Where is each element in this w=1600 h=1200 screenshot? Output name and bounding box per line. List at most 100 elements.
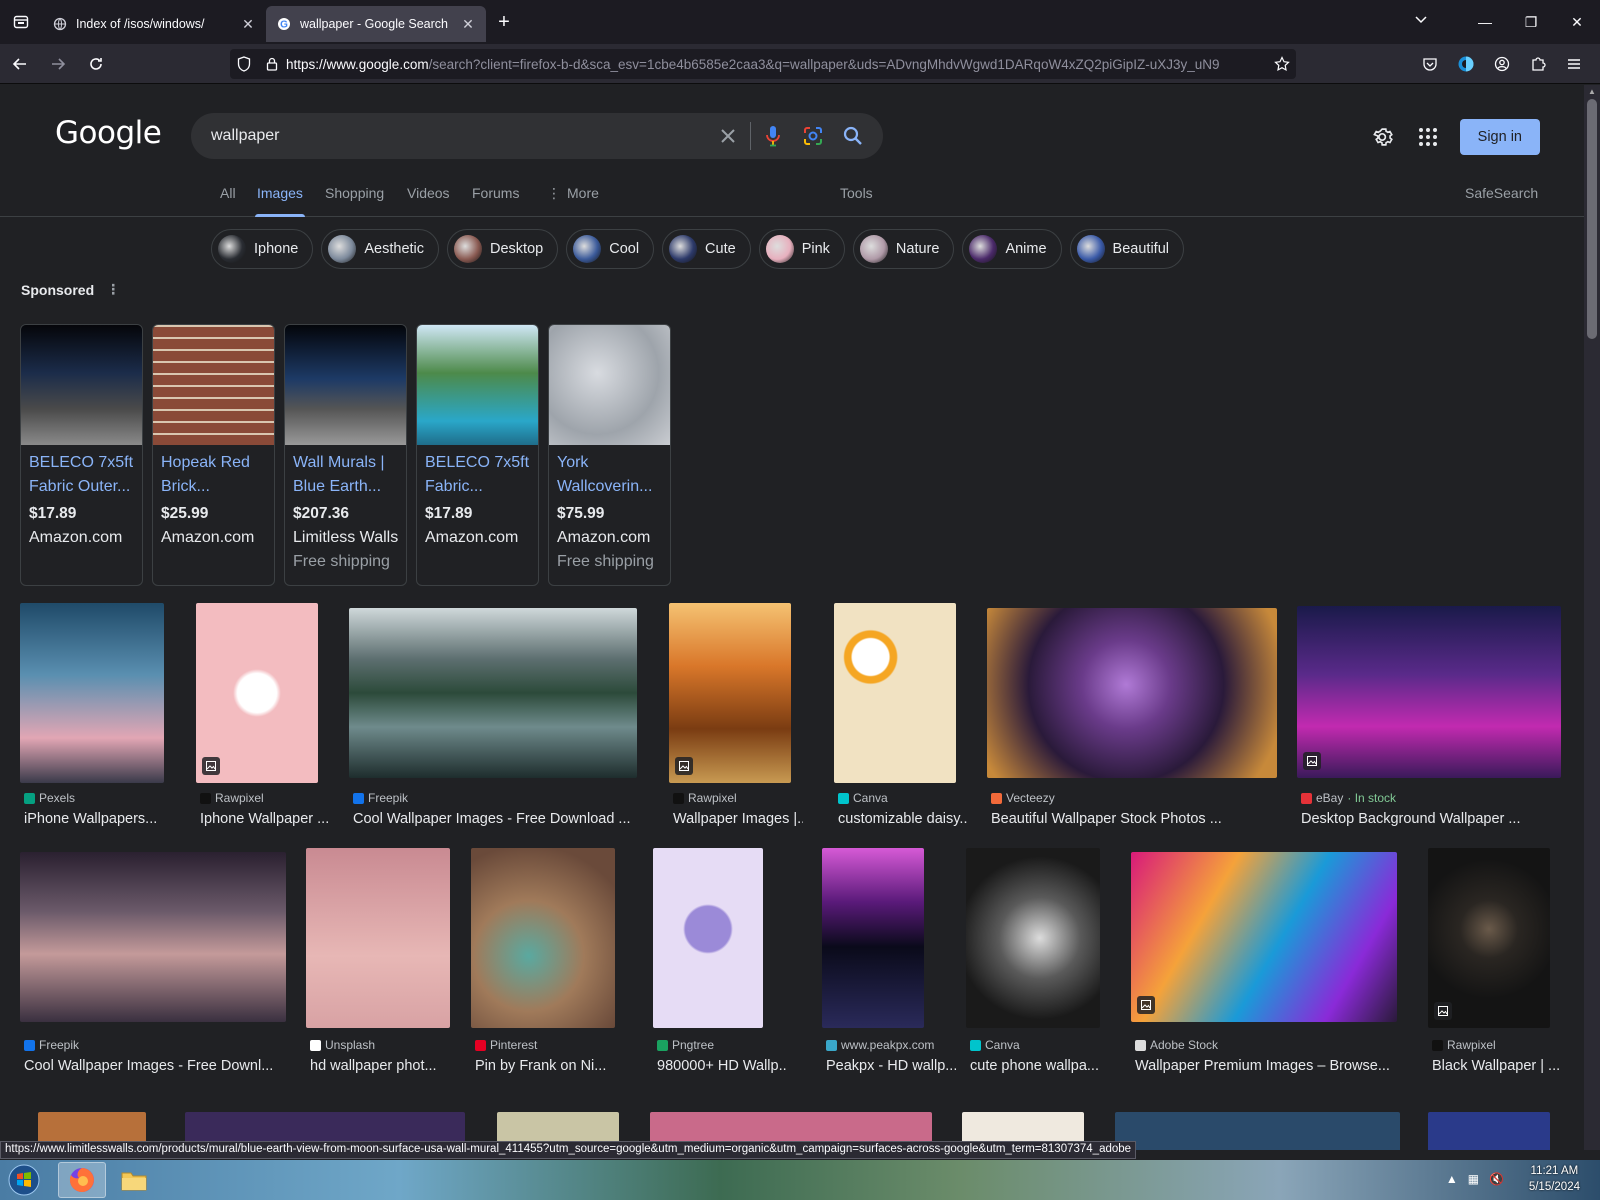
result-title[interactable]: Cool Wallpaper Images - Free Download ..…: [353, 811, 641, 827]
result-source[interactable]: Rawpixel: [673, 791, 737, 805]
product-title[interactable]: BELECO 7x5ft Fabric Outer...: [21, 445, 142, 501]
result-source[interactable]: Pexels: [24, 791, 75, 805]
result-title[interactable]: Desktop Background Wallpaper ...: [1301, 811, 1565, 827]
pocket-icon[interactable]: [1412, 56, 1448, 72]
result-title[interactable]: cute phone wallpa...: [970, 1058, 1104, 1074]
sponsored-product-card[interactable]: York Wallcoverin... $75.99 Amazon.com Free …: [548, 324, 671, 586]
result-thumbnail[interactable]: [20, 852, 286, 1022]
chip-cute[interactable]: Cute: [662, 229, 751, 269]
firefox-view-icon[interactable]: [0, 0, 42, 44]
taskbar-clock[interactable]: 11:21 AM 5/15/2024: [1529, 1163, 1580, 1195]
result-thumbnail[interactable]: [196, 603, 318, 783]
close-tab-icon[interactable]: ✕: [460, 16, 476, 33]
chip-desktop[interactable]: Desktop: [447, 229, 559, 269]
product-image[interactable]: [21, 325, 142, 445]
search-input[interactable]: wallpaper: [191, 127, 708, 145]
url-bar[interactable]: https://www.google.com/search?client=fir…: [230, 49, 1296, 79]
product-title[interactable]: Hopeak Red Brick...: [153, 445, 274, 501]
shield-icon[interactable]: [230, 56, 258, 72]
result-thumbnail[interactable]: [987, 608, 1277, 778]
result-title[interactable]: Wallpaper Premium Images – Browse...: [1135, 1058, 1401, 1074]
close-window-icon[interactable]: ✕: [1554, 0, 1600, 44]
chip-nature[interactable]: Nature: [852, 229, 955, 269]
result-thumbnail[interactable]: [1115, 1112, 1400, 1150]
result-source[interactable]: Freepik: [353, 791, 408, 805]
close-tab-icon[interactable]: ✕: [240, 16, 256, 33]
chip-cool[interactable]: Cool: [566, 229, 655, 269]
result-thumbnail[interactable]: [349, 608, 637, 778]
search-icon[interactable]: [833, 126, 873, 146]
firefox-taskbar-icon[interactable]: [58, 1162, 106, 1198]
network-icon[interactable]: ▦: [1468, 1172, 1479, 1186]
result-source[interactable]: Rawpixel: [200, 791, 264, 805]
forward-icon[interactable]: [40, 48, 76, 80]
menu-hamburger-icon[interactable]: [1556, 56, 1592, 72]
tab-google-search[interactable]: G wallpaper - Google Search ✕: [266, 6, 486, 42]
new-tab-icon[interactable]: +: [486, 11, 522, 34]
volume-muted-icon[interactable]: 🔇: [1489, 1172, 1504, 1186]
chip-aesthetic[interactable]: Aesthetic: [321, 229, 440, 269]
page-scrollbar[interactable]: ▲: [1584, 85, 1600, 1150]
tab-forums[interactable]: Forums: [472, 179, 519, 217]
result-source[interactable]: Adobe Stock: [1135, 1038, 1218, 1052]
tools-button[interactable]: Tools: [840, 179, 873, 217]
chip-iphone[interactable]: Iphone: [211, 229, 314, 269]
result-title[interactable]: Iphone Wallpaper ...: [200, 811, 330, 827]
result-title[interactable]: Cool Wallpaper Images - Free Downl...: [24, 1058, 290, 1074]
result-thumbnail[interactable]: [1428, 1112, 1550, 1150]
result-title[interactable]: Peakpx - HD wallp...: [826, 1058, 956, 1074]
result-thumbnail[interactable]: [653, 848, 763, 1028]
product-image[interactable]: [153, 325, 274, 445]
google-logo[interactable]: Google: [55, 115, 162, 151]
result-source[interactable]: Pngtree: [657, 1038, 714, 1052]
bookmark-star-icon[interactable]: [1268, 56, 1296, 72]
result-thumbnail[interactable]: [669, 603, 791, 783]
result-thumbnail[interactable]: [306, 848, 450, 1028]
more-options-icon[interactable]: ⋮: [106, 281, 120, 298]
tab-index-isos[interactable]: Index of /isos/windows/ ✕: [42, 6, 266, 42]
extension-circle-icon[interactable]: [1448, 55, 1484, 73]
product-title[interactable]: BELECO 7x5ft Fabric...: [417, 445, 538, 501]
product-image[interactable]: [417, 325, 538, 445]
sponsored-product-card[interactable]: Hopeak Red Brick... $25.99 Amazon.com: [152, 324, 275, 586]
file-explorer-icon[interactable]: [110, 1162, 158, 1198]
result-thumbnail[interactable]: [822, 848, 924, 1028]
start-button-icon[interactable]: [4, 1162, 44, 1198]
extensions-puzzle-icon[interactable]: [1520, 56, 1556, 72]
sponsored-product-card[interactable]: BELECO 7x5ft Fabric Outer... $17.89 Amazon…: [20, 324, 143, 586]
tab-all[interactable]: All: [220, 179, 236, 217]
account-icon[interactable]: [1484, 56, 1520, 72]
result-thumbnail[interactable]: [834, 603, 956, 783]
result-source[interactable]: Canva: [838, 791, 888, 805]
scrollbar-thumb[interactable]: [1587, 99, 1597, 339]
result-source[interactable]: www.peakpx.com: [826, 1038, 934, 1052]
chip-pink[interactable]: Pink: [758, 229, 845, 269]
url-text[interactable]: https://www.google.com/search?client=fir…: [286, 57, 1268, 72]
result-thumbnail[interactable]: [1428, 848, 1550, 1028]
result-source[interactable]: Unsplash: [310, 1038, 375, 1052]
result-title[interactable]: Pin by Frank on Ni...: [475, 1058, 619, 1074]
result-source[interactable]: Canva: [970, 1038, 1020, 1052]
scroll-up-icon[interactable]: ▲: [1588, 87, 1596, 96]
product-title[interactable]: Wall Murals | Blue Earth...: [285, 445, 406, 501]
tab-more[interactable]: ⋮ More: [547, 179, 599, 217]
search-box[interactable]: wallpaper: [191, 113, 883, 159]
sponsored-product-card[interactable]: Wall Murals | Blue Earth... $207.36 Limitl…: [284, 324, 407, 586]
result-source[interactable]: eBay · In stock: [1301, 791, 1396, 805]
result-title[interactable]: Wallpaper Images |...: [673, 811, 803, 827]
tab-shopping[interactable]: Shopping: [325, 179, 384, 217]
product-title[interactable]: York Wallcoverin...: [549, 445, 670, 501]
settings-gear-icon[interactable]: [1362, 115, 1406, 159]
product-image[interactable]: [549, 325, 670, 445]
result-thumbnail[interactable]: [20, 603, 164, 783]
chip-beautiful[interactable]: Beautiful: [1069, 229, 1184, 269]
result-source[interactable]: Vecteezy: [991, 791, 1055, 805]
result-thumbnail[interactable]: [966, 848, 1100, 1028]
list-all-tabs-icon[interactable]: [1414, 12, 1428, 31]
result-title[interactable]: Beautiful Wallpaper Stock Photos ...: [991, 811, 1281, 827]
minimize-icon[interactable]: —: [1462, 0, 1508, 44]
result-title[interactable]: Black Wallpaper | ...: [1432, 1058, 1562, 1074]
lock-icon[interactable]: [258, 57, 286, 71]
google-lens-icon[interactable]: [793, 126, 833, 146]
restore-icon[interactable]: ❐: [1508, 0, 1554, 44]
